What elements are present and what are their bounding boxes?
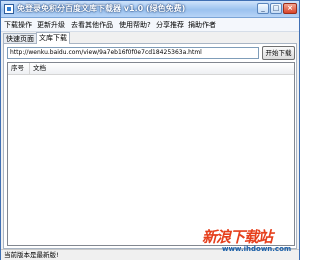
menu-download-ops[interactable]: 下载操作 bbox=[4, 20, 32, 30]
url-input[interactable]: http://wenku.baidu.com/view/9a7eb16f0f0e… bbox=[7, 47, 259, 59]
maximize-button[interactable]: □ bbox=[270, 3, 282, 14]
close-button[interactable]: × bbox=[283, 3, 297, 14]
watermark: 新浪下载站 www.ihdown.com bbox=[202, 226, 298, 260]
tab-doc-download[interactable]: 文库下载 bbox=[36, 32, 70, 44]
watermark-logo: 新浪下载站 bbox=[202, 228, 273, 246]
download-panel: http://wenku.baidu.com/view/9a7eb16f0f0e… bbox=[3, 43, 297, 249]
column-header-document[interactable]: 文档 bbox=[30, 63, 294, 74]
menu-help[interactable]: 使用帮助? bbox=[119, 20, 151, 30]
window-title: 免登录免积分百度文库下载器 v1.0 (绿色免费) bbox=[17, 4, 186, 13]
menu-bar: 下载操作 更新升级 去看其他作品 使用帮助? 分享推荐 捐助作者 bbox=[1, 18, 299, 32]
menu-update[interactable]: 更新升级 bbox=[37, 20, 65, 30]
app-root: 免登录免积分百度文库下载器 v1.0 (绿色免费) _ □ × 下载操作 更新升… bbox=[0, 0, 300, 260]
close-icon: × bbox=[287, 4, 293, 12]
status-text: 当前版本是最新版! bbox=[4, 251, 59, 259]
document-list[interactable]: 序号 文档 bbox=[7, 62, 295, 246]
menu-share[interactable]: 分享推荐 bbox=[156, 20, 184, 30]
start-download-button[interactable]: 开始下载 bbox=[262, 46, 295, 60]
minimize-icon: _ bbox=[261, 4, 265, 12]
app-icon bbox=[4, 4, 14, 14]
minimize-button[interactable]: _ bbox=[257, 3, 269, 14]
maximize-icon: □ bbox=[272, 4, 280, 12]
title-bar[interactable]: 免登录免积分百度文库下载器 v1.0 (绿色免费) _ □ × bbox=[1, 1, 299, 18]
main-window: 免登录免积分百度文库下载器 v1.0 (绿色免费) _ □ × 下载操作 更新升… bbox=[0, 0, 300, 260]
menu-donate[interactable]: 捐助作者 bbox=[188, 20, 216, 30]
column-header-index[interactable]: 序号 bbox=[8, 63, 30, 74]
watermark-url: www.ihdown.com bbox=[222, 245, 292, 253]
list-header: 序号 文档 bbox=[8, 63, 294, 75]
menu-other-works[interactable]: 去看其他作品 bbox=[71, 20, 113, 30]
